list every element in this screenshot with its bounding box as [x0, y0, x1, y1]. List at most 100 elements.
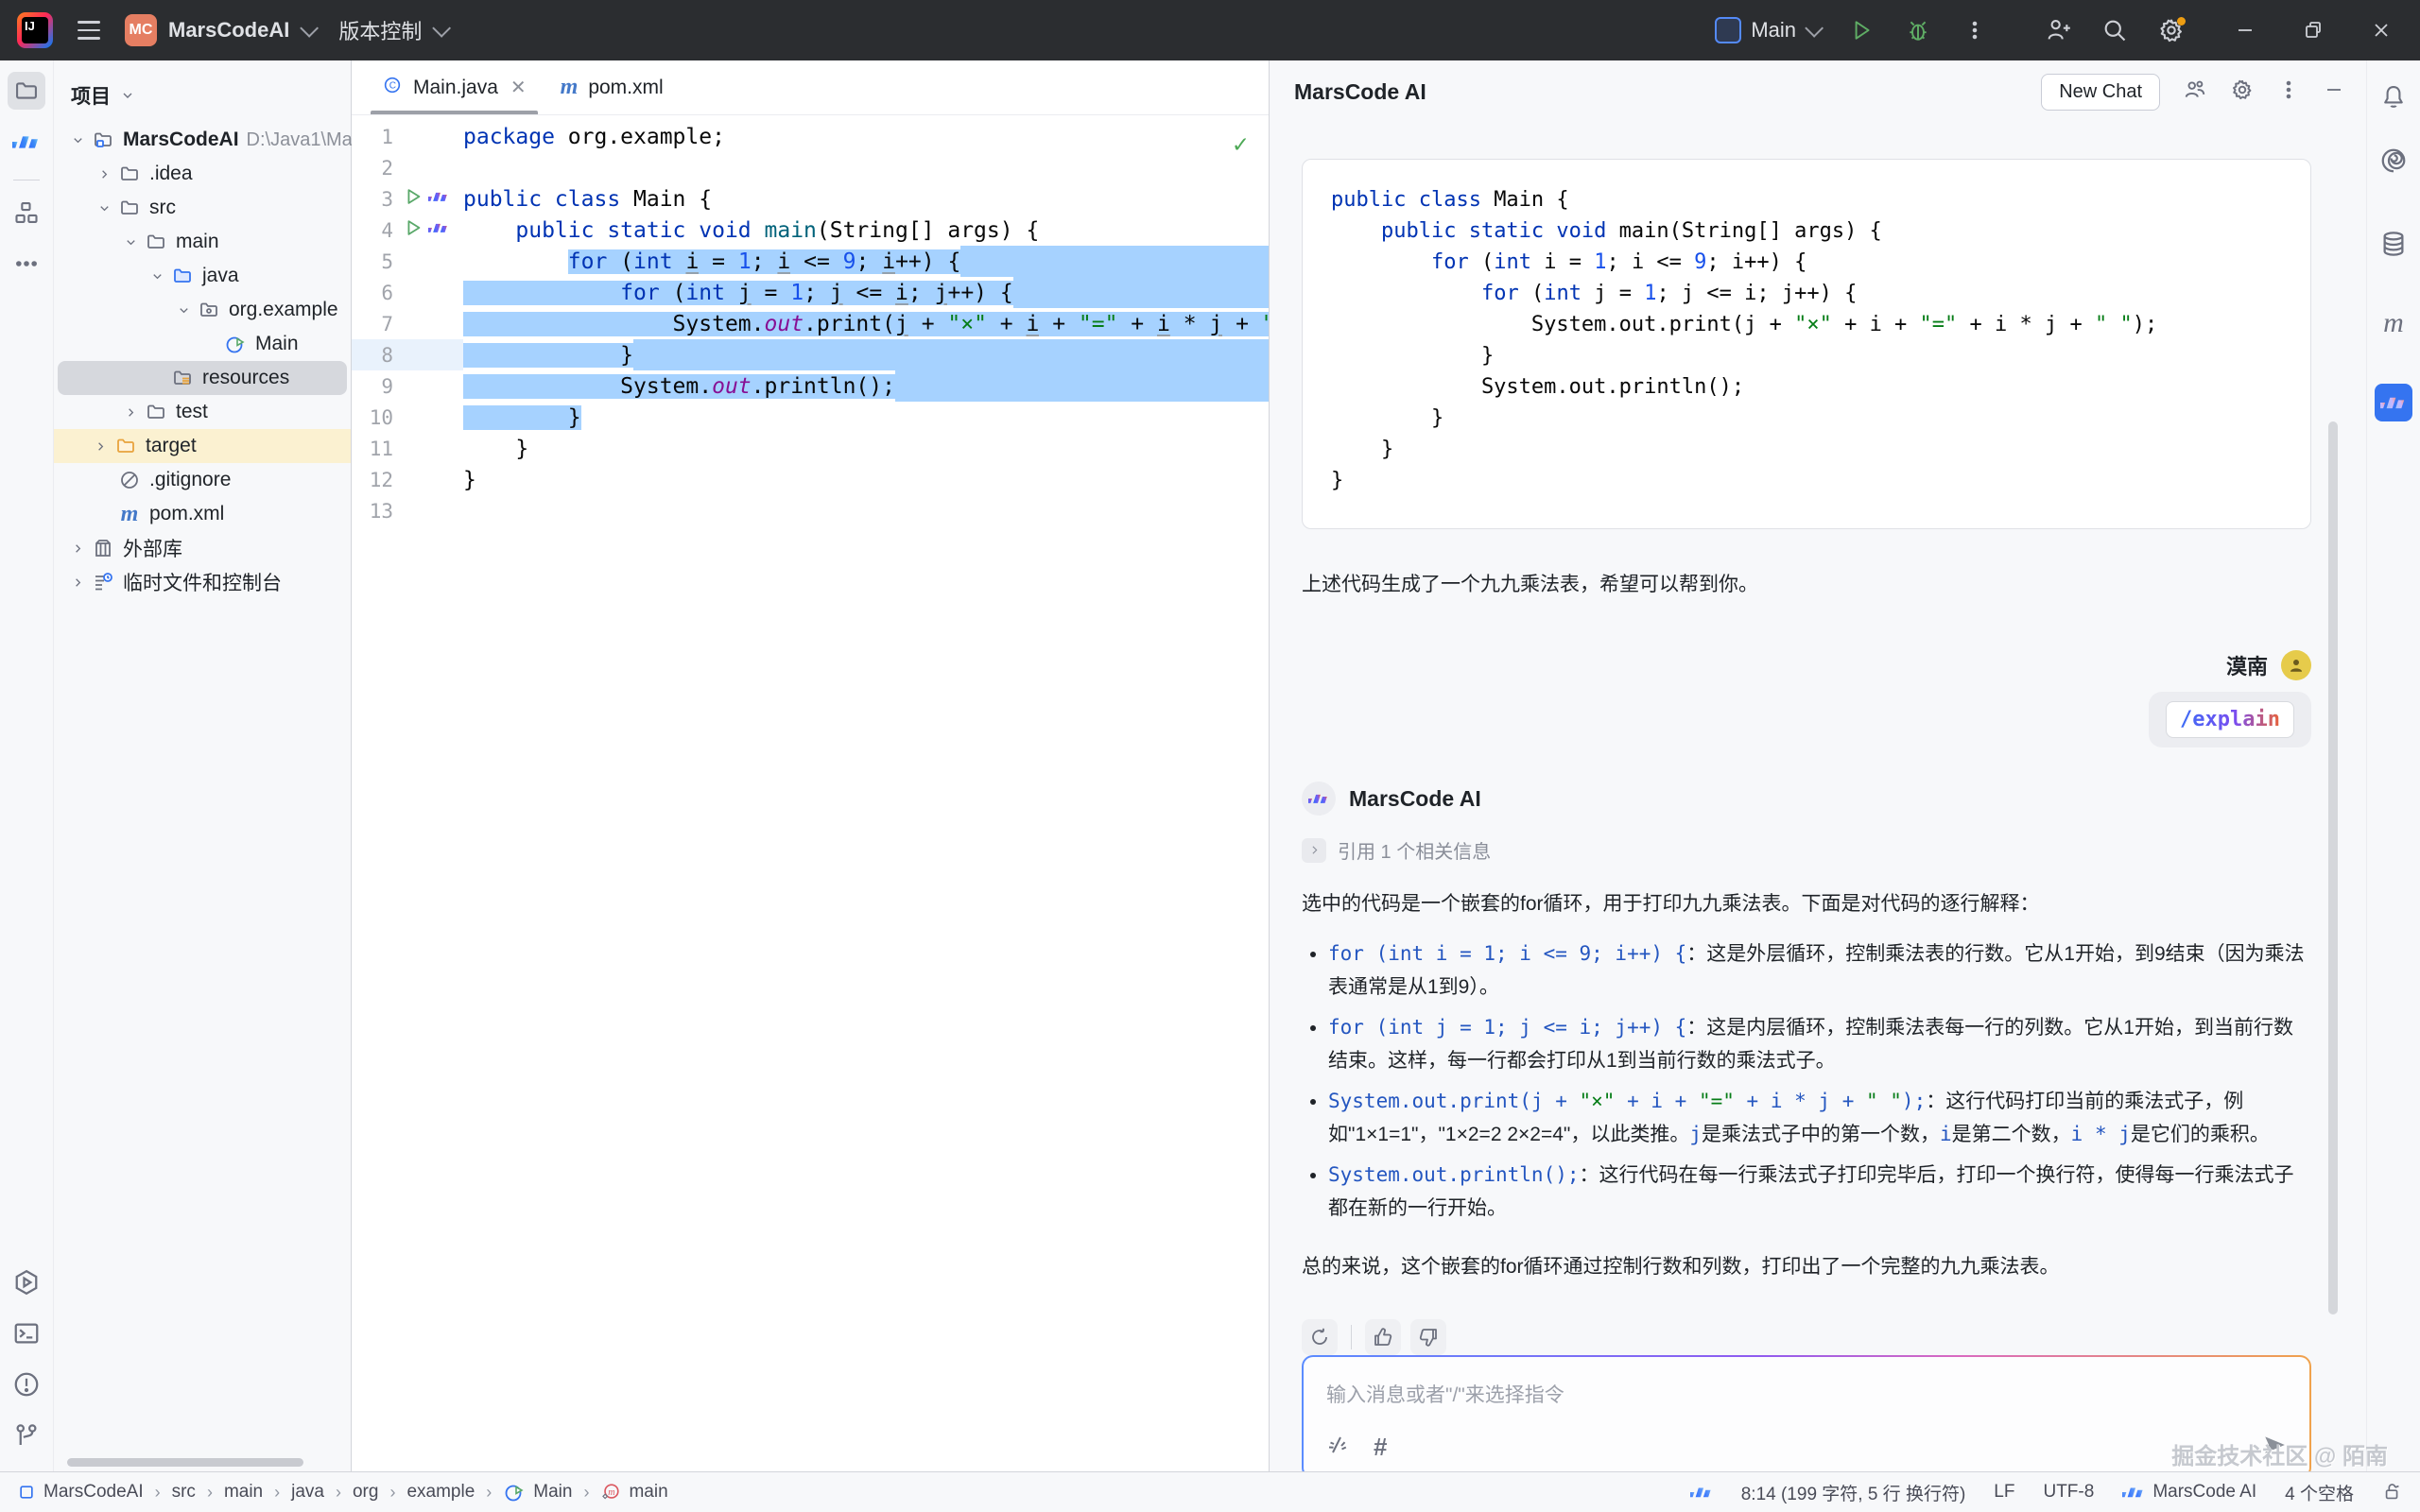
code-with-me-button[interactable] — [2044, 16, 2072, 44]
editor-line[interactable]: 12} — [352, 464, 1269, 495]
status-lf[interactable]: LF — [1994, 1482, 2014, 1503]
editor-line[interactable]: 5 for (int i = 1; i <= 9; i++) { — [352, 246, 1269, 277]
explain-command-chip[interactable]: /explain — [2166, 701, 2294, 738]
editor-line[interactable]: 8 } — [352, 339, 1269, 370]
chat-input[interactable]: 输入消息或者"/"来选择指令 # — [1304, 1357, 2309, 1471]
status-8-14-199-字符-5-行-换行符-[interactable]: 8:14 (199 字符, 5 行 换行符) — [1741, 1480, 1966, 1505]
chevron-right-icon[interactable] — [65, 576, 90, 590]
database-tool-button[interactable] — [2375, 225, 2412, 263]
editor-line[interactable]: 11 } — [352, 433, 1269, 464]
chevron-down-icon[interactable] — [171, 303, 196, 318]
settings-button[interactable] — [2157, 16, 2186, 44]
tree-item-target[interactable]: target — [54, 429, 351, 463]
chevron-right-icon[interactable] — [65, 541, 90, 556]
thumbs-down-button[interactable] — [1410, 1319, 1446, 1355]
tab-pom-xml[interactable]: mpom.xml — [544, 60, 681, 114]
breadcrumb-item-marscodeai[interactable]: MarsCodeAI — [17, 1482, 144, 1503]
git-tool-button[interactable] — [8, 1417, 45, 1454]
more-actions-button[interactable] — [1961, 16, 1989, 44]
chevron-right-icon[interactable] — [88, 439, 112, 454]
project-selector[interactable]: MC MarsCodeAI — [125, 14, 314, 46]
editor-line[interactable]: 3public class Main { — [352, 183, 1269, 215]
project-tool-button[interactable] — [8, 72, 45, 110]
close-button[interactable] — [2367, 16, 2395, 44]
project-panel-header[interactable]: 项目 — [54, 60, 351, 123]
editor-line[interactable]: 4 public static void main(String[] args)… — [352, 215, 1269, 246]
chevron-down-icon[interactable] — [145, 269, 169, 284]
debug-button[interactable] — [1904, 16, 1932, 44]
chevron-down-icon[interactable] — [92, 201, 116, 215]
tree-item-resources[interactable]: resources — [58, 361, 347, 395]
run-gutter-icon[interactable] — [403, 217, 424, 244]
tab-main-java[interactable]: CMain.java✕ — [365, 60, 544, 114]
tree-item-src[interactable]: src — [58, 191, 347, 225]
hide-panel-icon[interactable] — [2323, 78, 2345, 106]
notifications-bell-icon[interactable] — [2375, 77, 2412, 115]
more-tools-button[interactable] — [8, 245, 45, 283]
regenerate-button[interactable] — [1302, 1319, 1338, 1355]
tree-item-pom-xml[interactable]: mpom.xml — [58, 497, 347, 531]
status-4-个空格[interactable]: 4 个空格 — [2285, 1480, 2354, 1505]
quick-command-icon[interactable] — [1326, 1434, 1349, 1461]
breadcrumb-item-src[interactable]: src — [172, 1482, 196, 1503]
marscode-ai-tool-button[interactable] — [2375, 384, 2412, 421]
tree-item--gitignore[interactable]: .gitignore — [58, 463, 347, 497]
inspection-ok-icon[interactable]: ✓ — [1233, 130, 1248, 159]
breadcrumb-item-main[interactable]: mmain — [600, 1482, 667, 1503]
reference-toggle[interactable]: 引用 1 个相关信息 — [1302, 836, 2311, 864]
close-icon[interactable]: ✕ — [510, 76, 527, 99]
tree-item-java[interactable]: java — [58, 259, 347, 293]
chat-scrollbar[interactable] — [2328, 421, 2338, 1314]
tree-item-临时文件和控制台[interactable]: 临时文件和控制台 — [58, 565, 347, 599]
breadcrumb-item-main[interactable]: main — [224, 1482, 263, 1503]
tree-item-org-example[interactable]: org.example — [58, 293, 347, 327]
run-gutter-icon[interactable] — [403, 186, 424, 213]
chat-settings-icon[interactable] — [2230, 77, 2255, 107]
chat-messages[interactable]: public class Main { public static void m… — [1270, 123, 2366, 1471]
vcs-menu[interactable]: 版本控制 — [338, 15, 446, 45]
marscode-tool-button[interactable] — [8, 123, 45, 161]
editor-line[interactable]: 2 — [352, 152, 1269, 183]
mc-status-icon[interactable] — [1690, 1481, 1713, 1503]
main-menu-icon[interactable] — [78, 21, 100, 40]
breadcrumb-item-org[interactable]: org — [353, 1482, 378, 1503]
status-marscode-ai[interactable]: MarsCode AI — [2122, 1481, 2256, 1503]
tree-item-main[interactable]: Main — [58, 327, 347, 361]
tree-item-外部库[interactable]: 外部库 — [58, 531, 347, 565]
restore-button[interactable] — [2299, 16, 2327, 44]
context-reference-icon[interactable]: # — [1374, 1433, 1387, 1462]
tree-item--idea[interactable]: .idea — [58, 157, 347, 191]
minimize-button[interactable] — [2231, 16, 2259, 44]
chevron-right-icon[interactable] — [92, 167, 116, 181]
status-utf-8[interactable]: UTF-8 — [2043, 1482, 2094, 1503]
chevron-right-icon[interactable] — [118, 405, 143, 420]
structure-tool-button[interactable] — [8, 194, 45, 232]
breadcrumb-item-example[interactable]: example — [406, 1482, 475, 1503]
new-chat-button[interactable]: New Chat — [2041, 74, 2160, 111]
maven-tool-button[interactable]: m — [2375, 304, 2412, 342]
breadcrumb-item-main[interactable]: Main — [503, 1481, 572, 1503]
run-configuration-selector[interactable]: Main — [1715, 17, 1819, 43]
tree-item-test[interactable]: test — [58, 395, 347, 429]
editor-line[interactable]: 9 System.out.println(); — [352, 370, 1269, 402]
run-tool-button[interactable] — [8, 1263, 45, 1301]
search-everywhere-button[interactable] — [2100, 16, 2129, 44]
tree-item-main[interactable]: main — [58, 225, 347, 259]
editor-line[interactable]: 6 for (int j = 1; j <= i; j++) { — [352, 277, 1269, 308]
chevron-down-icon[interactable] — [65, 133, 90, 147]
breadcrumb-item-java[interactable]: java — [291, 1482, 324, 1503]
editor-line[interactable]: 10 } — [352, 402, 1269, 433]
run-button[interactable] — [1847, 16, 1876, 44]
editor-line[interactable]: 13 — [352, 495, 1269, 526]
editor-line[interactable]: 1package org.example; — [352, 121, 1269, 152]
marscode-gutter-icon[interactable] — [428, 186, 449, 213]
unlock-status-icon[interactable] — [2382, 1482, 2403, 1503]
project-horizontal-scrollbar[interactable] — [67, 1458, 303, 1467]
code-editor[interactable]: ✓ 1package org.example;23public class Ma… — [352, 115, 1269, 1471]
chat-history-icon[interactable] — [2183, 77, 2207, 107]
problems-tool-button[interactable] — [8, 1366, 45, 1403]
ai-assistant-tool-button[interactable] — [2375, 142, 2412, 180]
marscode-gutter-icon[interactable] — [428, 217, 449, 244]
editor-line[interactable]: 7 System.out.print(j + "×" + i + "=" + i… — [352, 308, 1269, 339]
terminal-tool-button[interactable] — [8, 1314, 45, 1352]
